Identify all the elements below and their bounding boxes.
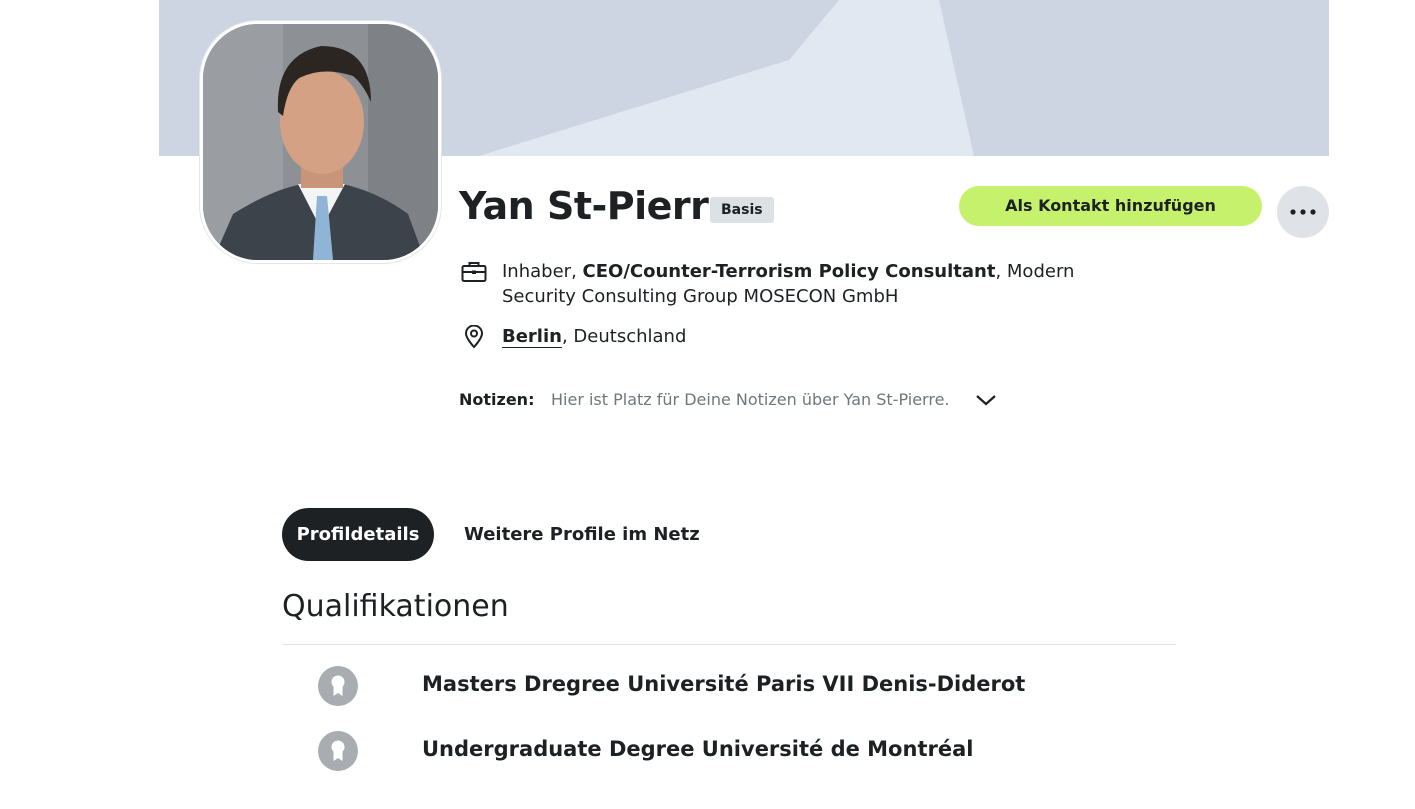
job-title: CEO/Counter-Terrorism Policy Consultant xyxy=(582,261,996,282)
tab-profildetails[interactable]: Profildetails xyxy=(282,508,434,561)
more-options-button[interactable] xyxy=(1277,186,1329,238)
notes-field[interactable]: Hier ist Platz für Deine Notizen über Ya… xyxy=(551,390,971,409)
award-ribbon-icon xyxy=(318,731,358,771)
location-pin-icon xyxy=(459,324,489,349)
city-link[interactable]: Berlin xyxy=(502,326,562,348)
qualifications-title: Qualifikationen xyxy=(282,589,509,624)
avatar[interactable] xyxy=(200,21,441,263)
country: Deutschland xyxy=(573,326,687,347)
briefcase-icon xyxy=(459,259,489,284)
more-dots-icon xyxy=(1290,209,1316,215)
job-description: Inhaber, CEO/Counter-Terrorism Policy Co… xyxy=(502,261,1075,307)
add-contact-button[interactable]: Als Kontakt hinzufügen xyxy=(959,186,1262,226)
notes-label: Notizen: xyxy=(459,390,535,409)
list-item: Masters Dregree Université Paris VII Den… xyxy=(282,661,1176,711)
tab-weitere-profile[interactable]: Weitere Profile im Netz xyxy=(464,508,700,561)
profile-name: Yan St-Pierre xyxy=(459,184,734,228)
qualification-label: Masters Dregree Université Paris VII Den… xyxy=(422,672,1026,696)
list-item: Undergraduate Degree Université de Montr… xyxy=(282,726,1176,776)
location-text: Berlin, Deutschland xyxy=(502,326,687,348)
job-info: Inhaber, CEO/Counter-Terrorism Policy Co… xyxy=(459,259,1159,309)
notes-toggle[interactable] xyxy=(973,388,999,412)
profile-page: Yan St-Pierre Basis Als Kontakt hinzufüg… xyxy=(0,0,1415,809)
chevron-down-icon xyxy=(976,395,996,406)
job-role: Inhaber xyxy=(502,261,572,282)
award-ribbon-icon xyxy=(318,666,358,706)
membership-badge: Basis xyxy=(710,197,774,223)
location-info: Berlin, Deutschland xyxy=(459,324,686,349)
divider xyxy=(282,644,1176,645)
profile-photo xyxy=(203,24,438,260)
qualification-label: Undergraduate Degree Université de Montr… xyxy=(422,737,974,761)
